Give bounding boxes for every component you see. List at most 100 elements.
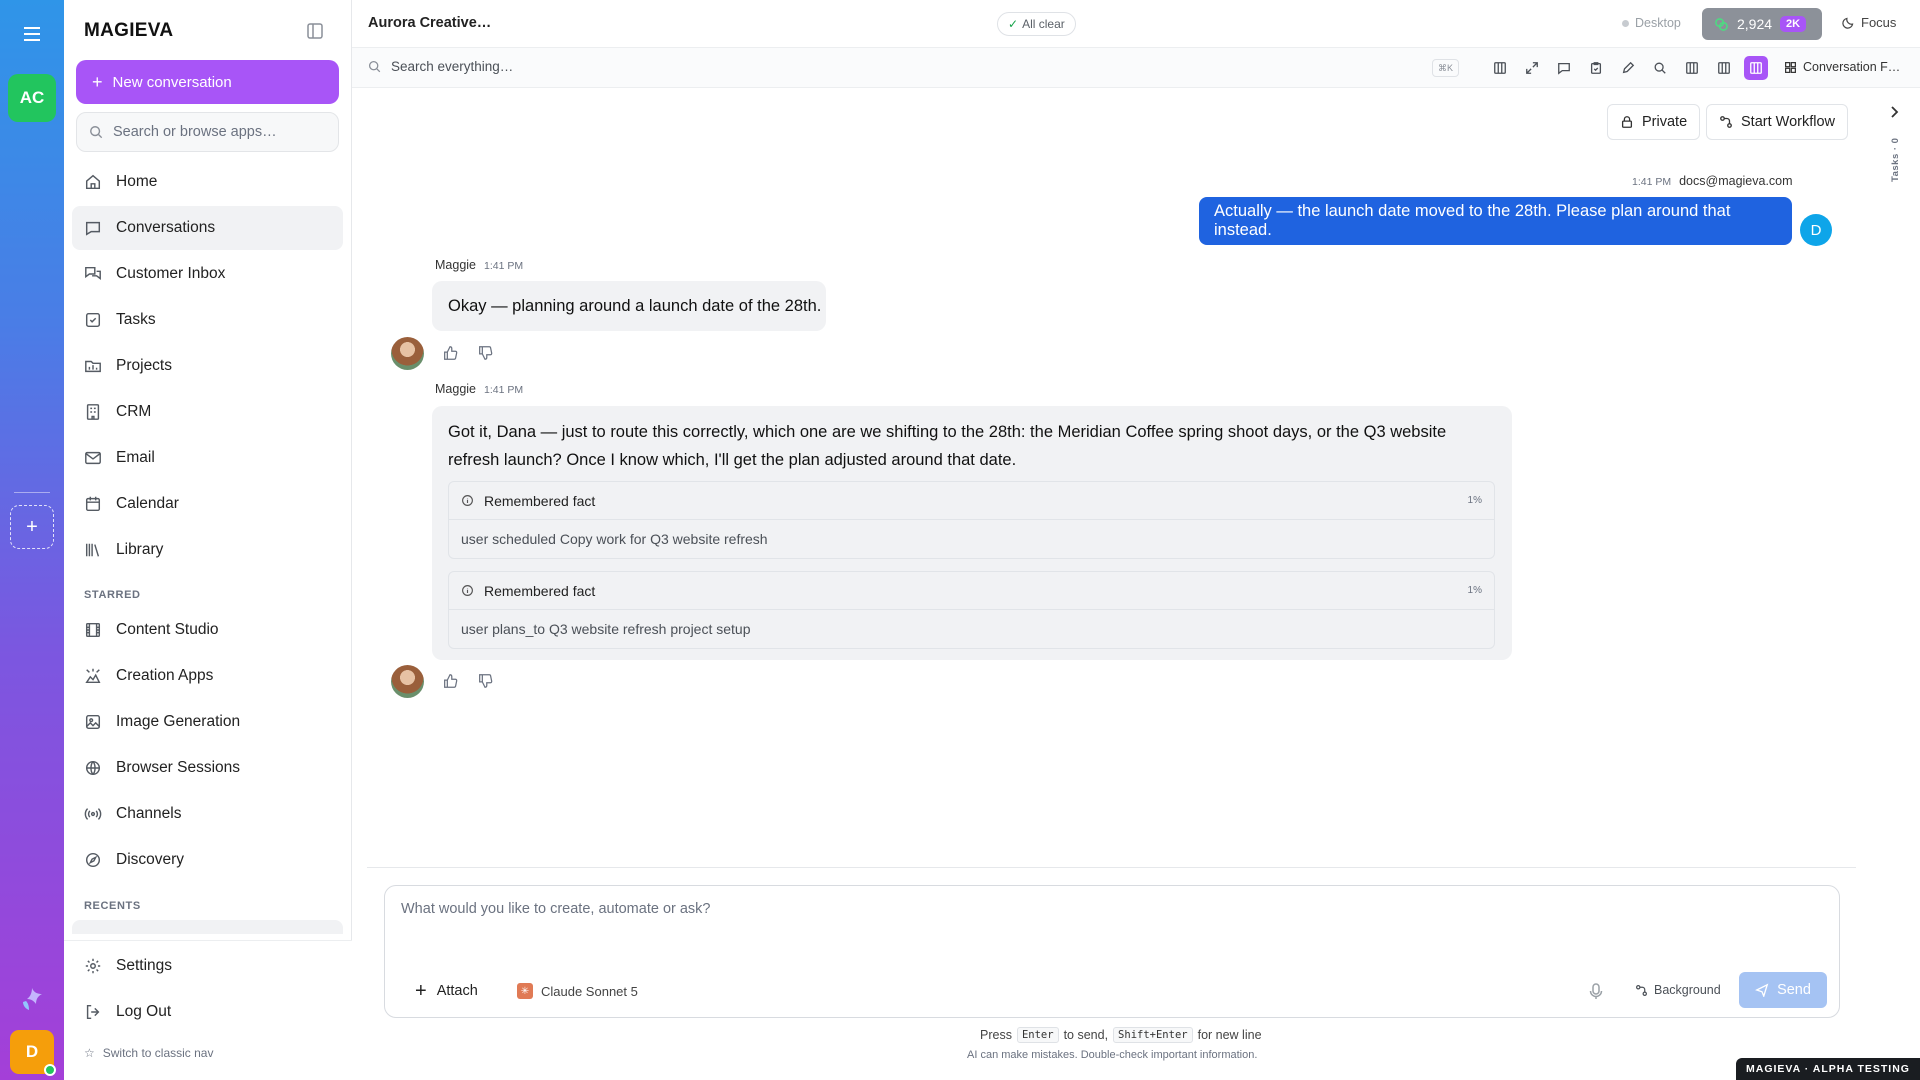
toolbar: Search everything… ⌘K Conversation F… xyxy=(352,48,1920,88)
chevron-right-icon[interactable] xyxy=(1886,104,1902,120)
thumbs-down-icon[interactable] xyxy=(477,673,495,691)
conversation-title[interactable]: Aurora Creative… xyxy=(368,15,491,31)
crm-icon xyxy=(86,404,100,420)
workflow-label: Start Workflow xyxy=(1741,114,1836,130)
status-badge[interactable]: ✓ All clear xyxy=(997,12,1076,36)
message-composer[interactable]: What would you like to create, automate … xyxy=(384,885,1840,1018)
sidebar-item-channels[interactable]: Channels xyxy=(72,792,343,836)
attach-button[interactable]: + Attach xyxy=(415,981,478,1001)
message-time: 1:41 PM xyxy=(484,384,524,396)
logout-icon xyxy=(86,1004,100,1020)
sidebar-item-tasks[interactable]: Tasks xyxy=(72,298,343,342)
rail-divider xyxy=(14,492,50,493)
sidebar-item-calendar[interactable]: Calendar xyxy=(72,482,343,526)
assistant-message-bubble: Okay — planning around a launch date of … xyxy=(432,281,826,331)
credits-badge: 2K xyxy=(1780,16,1807,32)
thumbs-up-icon[interactable] xyxy=(442,673,460,691)
chat-icon xyxy=(85,221,101,236)
settings-label: Settings xyxy=(116,957,173,974)
send-icon xyxy=(1755,983,1769,997)
inbox-icon xyxy=(85,266,101,280)
shortcut-hint: ⌘K xyxy=(1432,59,1460,77)
layout-icon[interactable] xyxy=(1712,56,1736,80)
credits-button[interactable]: 2,924 2K xyxy=(1702,8,1822,40)
sidebar-item-crm[interactable]: CRM xyxy=(72,390,343,434)
nav-label: Browser Sessions xyxy=(116,759,241,776)
sidebar-item-home[interactable]: Home xyxy=(72,160,343,204)
library-icon xyxy=(85,543,100,557)
sidebar-item-discovery[interactable]: Discovery xyxy=(72,838,343,882)
global-search-input[interactable]: Search everything… xyxy=(368,59,513,74)
enter-key: Enter xyxy=(1016,1027,1059,1043)
thumbs-down-icon[interactable] xyxy=(477,345,495,363)
add-workspace-button[interactable]: + xyxy=(10,505,54,549)
expand-icon[interactable] xyxy=(1520,56,1544,80)
logout-button[interactable]: Log Out xyxy=(72,990,343,1034)
sidebar-search-input[interactable]: Search or browse apps… xyxy=(76,112,339,152)
lock-icon xyxy=(1621,116,1633,128)
new-conversation-button[interactable]: + New conversation xyxy=(76,60,339,104)
logout-label: Log Out xyxy=(116,1003,172,1020)
message-author: Maggie xyxy=(435,258,476,272)
assistant-avatar xyxy=(391,337,424,370)
sidebar-item-browser-sessions[interactable]: Browser Sessions xyxy=(72,746,343,790)
desktop-toggle[interactable]: Desktop xyxy=(1622,16,1681,30)
send-button[interactable]: Send xyxy=(1739,972,1827,1008)
remembered-fact-card[interactable]: Remembered fact 1% user plans_to Q3 webs… xyxy=(448,571,1495,649)
settings-button[interactable]: Settings xyxy=(72,944,343,988)
new-conversation-label: New conversation xyxy=(112,73,232,91)
nav-label: Discovery xyxy=(116,851,185,868)
starred-section-label: STARRED xyxy=(84,589,141,601)
toolbar-icon-group xyxy=(1488,56,1768,80)
moon-icon xyxy=(1842,17,1854,29)
fact-confidence: 1% xyxy=(1467,495,1482,506)
split-view-icon[interactable] xyxy=(1488,56,1512,80)
sidebar-item-creation-apps[interactable]: Creation Apps xyxy=(72,654,343,698)
model-selector[interactable]: ✳ Claude Sonnet 5 xyxy=(517,983,638,999)
desktop-status-dot xyxy=(1622,19,1629,27)
panel-toggle-icon[interactable] xyxy=(1744,56,1768,80)
sidebar-item-projects[interactable]: Projects xyxy=(72,344,343,388)
alpha-testing-badge: MAGIEVA · ALPHA TESTING xyxy=(1736,1058,1920,1080)
fact-body: user plans_to Q3 website refresh project… xyxy=(461,621,751,637)
remembered-fact-card[interactable]: Remembered fact 1% user scheduled Copy w… xyxy=(448,481,1495,559)
star-icon: ☆ xyxy=(84,1046,95,1060)
thumbs-up-icon[interactable] xyxy=(442,345,460,363)
coins-icon xyxy=(1715,17,1728,31)
sidebar-item-email[interactable]: Email xyxy=(72,436,343,480)
comment-icon[interactable] xyxy=(1552,56,1576,80)
plus-icon: + xyxy=(26,515,38,538)
microphone-icon[interactable] xyxy=(1587,982,1605,1000)
pen-icon[interactable] xyxy=(1616,56,1640,80)
switch-nav-label: Switch to classic nav xyxy=(102,1046,214,1060)
sidebar-item-library[interactable]: Library xyxy=(72,528,343,572)
sidebar-item-customer-inbox[interactable]: Customer Inbox xyxy=(72,252,343,296)
nav-label: CRM xyxy=(116,403,152,420)
collapse-sidebar-icon[interactable] xyxy=(306,22,324,40)
clipboard-icon[interactable] xyxy=(1584,56,1608,80)
tasks-counter[interactable]: Tasks · 0 xyxy=(1890,138,1901,182)
conversation-panel-button[interactable]: Conversation F… xyxy=(1784,60,1900,74)
switch-classic-nav-link[interactable]: ☆ Switch to classic nav xyxy=(84,1046,213,1060)
composer-divider xyxy=(367,867,1856,868)
message-author: Maggie xyxy=(435,382,476,396)
shift-enter-key: Shift+Enter xyxy=(1113,1027,1193,1043)
search-placeholder: Search everything… xyxy=(391,59,514,74)
sidebar-item-conversations[interactable]: Conversations xyxy=(72,206,343,250)
search-icon xyxy=(368,60,381,73)
search-icon[interactable] xyxy=(1648,56,1672,80)
menu-icon[interactable] xyxy=(20,22,44,46)
recent-item-partial[interactable] xyxy=(72,920,343,934)
sidebar-item-image-generation[interactable]: Image Generation xyxy=(72,700,343,744)
workspace-avatar[interactable]: AC xyxy=(8,74,56,122)
nav-label: Email xyxy=(116,449,155,466)
nav-label: Content Studio xyxy=(116,621,219,638)
columns-icon[interactable] xyxy=(1680,56,1704,80)
assistant-message-meta: Maggie 1:41 PM xyxy=(435,258,523,272)
sidebar-item-content-studio[interactable]: Content Studio xyxy=(72,608,343,652)
background-toggle[interactable]: Background xyxy=(1635,983,1721,997)
start-workflow-button[interactable]: Start Workflow xyxy=(1706,104,1849,140)
private-button[interactable]: Private xyxy=(1607,104,1701,140)
focus-button[interactable]: Focus xyxy=(1842,15,1896,30)
user-avatar[interactable]: D xyxy=(10,1030,56,1076)
